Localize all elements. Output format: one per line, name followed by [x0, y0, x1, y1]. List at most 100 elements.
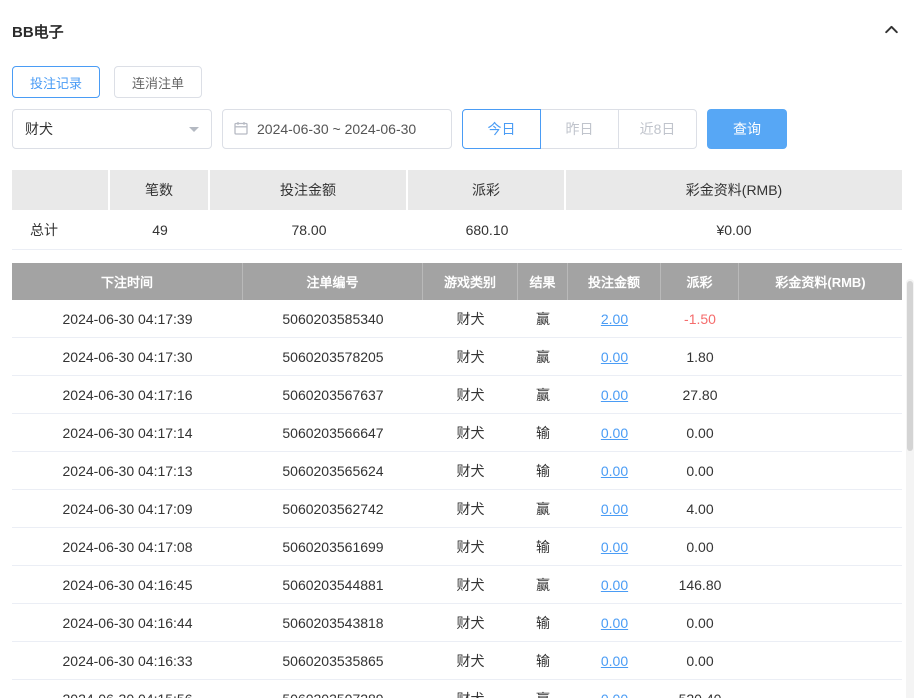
- bet-amount-cell: 0.00: [568, 376, 661, 414]
- bet-amount-link[interactable]: 0.00: [601, 691, 628, 698]
- bonus-value: [739, 338, 902, 376]
- bet-amount-cell: 0.00: [568, 680, 661, 698]
- bet-result: 输: [518, 452, 568, 490]
- tab-cancelled-orders[interactable]: 连消注单: [114, 66, 203, 98]
- bet-table-body: 2024-06-30 04:17:39 5060203585340 财犬 赢 2…: [12, 300, 902, 698]
- bonus-value: [739, 680, 902, 698]
- bet-result: 赢: [518, 338, 568, 376]
- table-header-row: 下注时间 注单编号 游戏类别 结果 投注金额 派彩 彩金资料(RMB): [12, 263, 902, 300]
- chevron-up-icon: [883, 21, 900, 41]
- bonus-value: [739, 300, 902, 338]
- summary-header-bet: 投注金额: [210, 170, 408, 210]
- bet-amount-cell: 0.00: [568, 566, 661, 604]
- summary-header-row: 笔数 投注金额 派彩 彩金资料(RMB): [12, 170, 902, 210]
- bet-amount-link[interactable]: 0.00: [601, 349, 628, 365]
- table-row: 2024-06-30 04:17:13 5060203565624 财犬 输 0…: [12, 452, 902, 490]
- bet-result: 赢: [518, 300, 568, 338]
- table-row: 2024-06-30 04:16:45 5060203544881 财犬 赢 0…: [12, 566, 902, 604]
- scrollbar-thumb[interactable]: [907, 281, 913, 451]
- bet-time: 2024-06-30 04:15:56: [12, 680, 243, 698]
- bonus-value: [739, 490, 902, 528]
- bet-time: 2024-06-30 04:17:08: [12, 528, 243, 566]
- column-header-bonus: 彩金资料(RMB): [739, 263, 902, 300]
- table-row: 2024-06-30 04:17:16 5060203567637 财犬 赢 0…: [12, 376, 902, 414]
- bet-amount-link[interactable]: 0.00: [601, 463, 628, 479]
- summary-header-bonus: 彩金资料(RMB): [566, 170, 902, 210]
- bet-time: 2024-06-30 04:16:44: [12, 604, 243, 642]
- record-tabs: 投注记录 连消注单: [12, 66, 902, 98]
- bet-result: 赢: [518, 566, 568, 604]
- payout-value: 146.80: [661, 566, 739, 604]
- bet-amount-link[interactable]: 2.00: [601, 311, 628, 327]
- game-type: 财犬: [423, 642, 518, 680]
- summary-header-count: 笔数: [110, 170, 210, 210]
- bet-result: 输: [518, 642, 568, 680]
- summary-header-blank: [12, 170, 110, 210]
- bet-result: 输: [518, 414, 568, 452]
- bet-amount-link[interactable]: 0.00: [601, 539, 628, 555]
- bet-time: 2024-06-30 04:17:13: [12, 452, 243, 490]
- chevron-down-icon: [189, 127, 199, 137]
- column-header-game-type: 游戏类别: [423, 263, 518, 300]
- bet-amount-link[interactable]: 0.00: [601, 653, 628, 669]
- collapse-button[interactable]: [880, 20, 902, 42]
- quick-range-last8days[interactable]: 近8日: [618, 109, 697, 149]
- summary-payout-value: 680.10: [408, 210, 566, 250]
- game-type: 财犬: [423, 604, 518, 642]
- panel-title: BB电子: [12, 23, 64, 41]
- order-id: 5060203543818: [243, 604, 423, 642]
- column-header-order-id: 注单编号: [243, 263, 423, 300]
- bet-amount-link[interactable]: 0.00: [601, 387, 628, 403]
- column-header-result: 结果: [518, 263, 568, 300]
- payout-value: 520.40: [661, 680, 739, 698]
- order-id: 5060203585340: [243, 300, 423, 338]
- summary-header-payout: 派彩: [408, 170, 566, 210]
- payout-value: 0.00: [661, 452, 739, 490]
- bet-amount-link[interactable]: 0.00: [601, 615, 628, 631]
- table-row: 2024-06-30 04:17:09 5060203562742 财犬 赢 0…: [12, 490, 902, 528]
- bet-amount-cell: 2.00: [568, 300, 661, 338]
- tab-bet-records[interactable]: 投注记录: [12, 66, 101, 98]
- bonus-value: [739, 604, 902, 642]
- quick-range-yesterday[interactable]: 昨日: [540, 109, 619, 149]
- payout-value: 0.00: [661, 528, 739, 566]
- payout-value: 0.00: [661, 642, 739, 680]
- bet-amount-cell: 0.00: [568, 414, 661, 452]
- quick-range-today[interactable]: 今日: [462, 109, 541, 149]
- bet-result: 输: [518, 528, 568, 566]
- scrollbar[interactable]: [906, 279, 914, 698]
- bet-amount-link[interactable]: 0.00: [601, 577, 628, 593]
- date-range-value: 2024-06-30 ~ 2024-06-30: [257, 121, 417, 137]
- bet-time: 2024-06-30 04:17:14: [12, 414, 243, 452]
- bonus-value: [739, 642, 902, 680]
- table-row: 2024-06-30 04:16:33 5060203535865 财犬 输 0…: [12, 642, 902, 680]
- summary-total-label: 总计: [12, 210, 110, 250]
- bet-result: 输: [518, 604, 568, 642]
- bonus-value: [739, 528, 902, 566]
- bet-amount-cell: 0.00: [568, 452, 661, 490]
- date-range-input[interactable]: 2024-06-30 ~ 2024-06-30: [222, 109, 452, 149]
- bet-amount-cell: 0.00: [568, 528, 661, 566]
- order-id: 5060203566647: [243, 414, 423, 452]
- calendar-icon: [233, 120, 249, 139]
- filter-bar: 财犬 2024-06-30 ~ 2024-06-30 今日 昨日 近8日 查询: [12, 109, 902, 149]
- game-select[interactable]: 财犬: [12, 109, 212, 149]
- order-id: 5060203562742: [243, 490, 423, 528]
- bet-time: 2024-06-30 04:17:30: [12, 338, 243, 376]
- bet-result: 赢: [518, 490, 568, 528]
- bet-time: 2024-06-30 04:16:33: [12, 642, 243, 680]
- bet-records-table: 下注时间 注单编号 游戏类别 结果 投注金额 派彩 彩金资料(RMB) 2024…: [12, 263, 902, 698]
- summary-bet-value: 78.00: [210, 210, 408, 250]
- bet-time: 2024-06-30 04:17:39: [12, 300, 243, 338]
- bet-amount-link[interactable]: 0.00: [601, 425, 628, 441]
- payout-value: -1.50: [661, 300, 739, 338]
- game-type: 财犬: [423, 680, 518, 698]
- bet-amount-cell: 0.00: [568, 642, 661, 680]
- table-row: 2024-06-30 04:17:30 5060203578205 财犬 赢 0…: [12, 338, 902, 376]
- search-button[interactable]: 查询: [707, 109, 787, 149]
- bet-amount-link[interactable]: 0.00: [601, 501, 628, 517]
- panel-header: BB电子: [12, 16, 902, 46]
- payout-value: 27.80: [661, 376, 739, 414]
- bet-amount-cell: 0.00: [568, 604, 661, 642]
- table-row: 2024-06-30 04:15:56 5060203507289 财犬 赢 0…: [12, 680, 902, 698]
